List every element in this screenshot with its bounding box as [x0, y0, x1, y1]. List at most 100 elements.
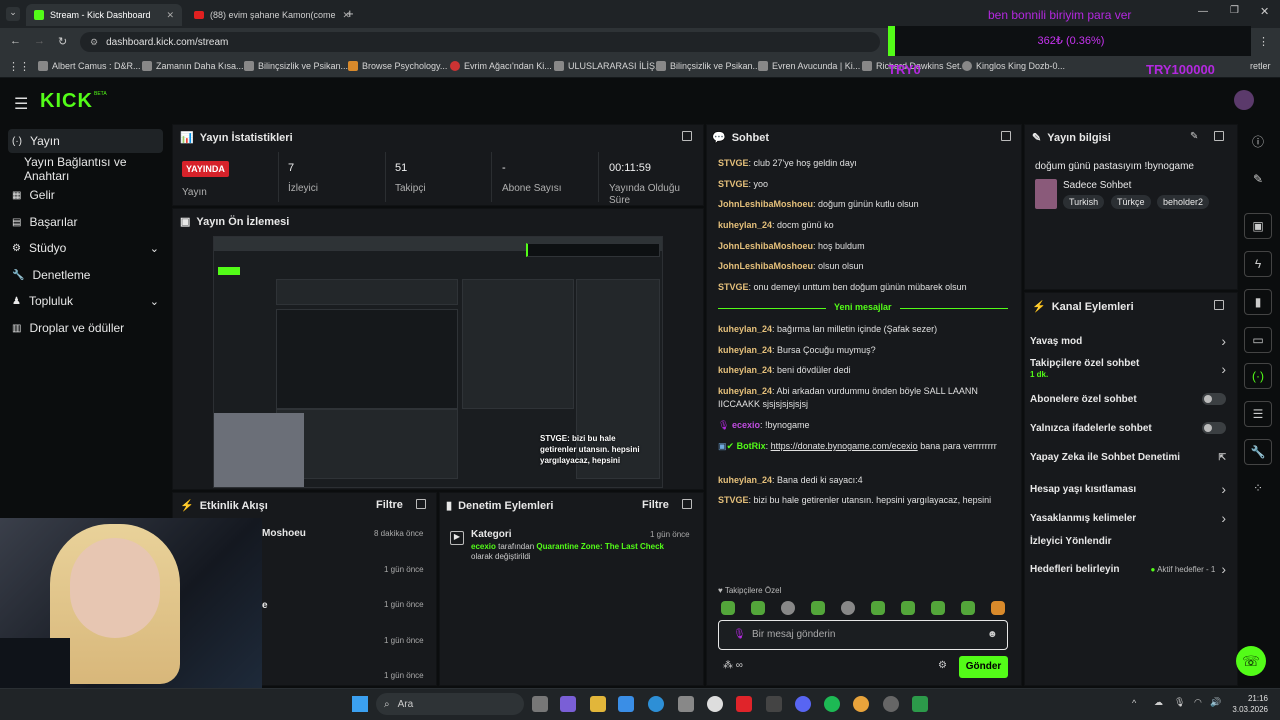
- sidebar-item-yayin[interactable]: (·) Yayın: [8, 129, 163, 153]
- task-view-icon[interactable]: [532, 696, 548, 712]
- goals-row[interactable]: Hedefleri belirleyin ● Aktif hedefler - 1…: [1030, 561, 1226, 577]
- tab-menu-icon[interactable]: ⌄: [6, 7, 20, 21]
- help-button[interactable]: ☏: [1236, 646, 1266, 676]
- bookmark-item[interactable]: Evren Avucunda | Ki...: [758, 61, 860, 71]
- taskbar-search[interactable]: ⌕ Ara: [376, 693, 524, 715]
- taskbar-clock[interactable]: 21:16 3.03.2026: [1232, 693, 1268, 715]
- settings-icon[interactable]: ⚙: [938, 660, 947, 671]
- emote-button[interactable]: [961, 601, 975, 615]
- edit-icon[interactable]: ✎: [1190, 131, 1198, 142]
- tag-chip[interactable]: Türkçe: [1111, 195, 1151, 209]
- hamburger-menu-icon[interactable]: ☰: [14, 94, 28, 114]
- chevron-down-icon[interactable]: ⌄: [150, 242, 159, 255]
- minimize-icon[interactable]: —: [1198, 6, 1208, 17]
- sidebar-item-droplar[interactable]: ▥ Droplar ve ödüller: [8, 316, 163, 340]
- emote-button[interactable]: [931, 601, 945, 615]
- mod-filter-button[interactable]: Filtre: [642, 499, 669, 511]
- mic-icon[interactable]: 🎙: [733, 629, 746, 640]
- chatgpt-icon[interactable]: [707, 696, 723, 712]
- bookmark-item[interactable]: retler: [1250, 61, 1271, 71]
- avatar[interactable]: [1234, 90, 1254, 110]
- chat-users-icon[interactable]: ⁂ ∞: [723, 660, 743, 671]
- tab-youtube[interactable]: (88) evim şahane Kamon(come ✕: [186, 4, 358, 26]
- account-age-row[interactable]: Hesap yaşı kısıtlaması ›: [1030, 481, 1226, 497]
- popout-icon[interactable]: [1001, 131, 1011, 141]
- discord-icon[interactable]: [795, 696, 811, 712]
- subscribers-only-toggle[interactable]: [1202, 393, 1226, 405]
- document-icon[interactable]: ▮: [1244, 289, 1272, 315]
- donate-link[interactable]: https://donate.bynogame.com/ecexio: [771, 441, 918, 451]
- tag-chip[interactable]: Turkish: [1063, 195, 1105, 209]
- send-button[interactable]: Gönder: [959, 656, 1008, 678]
- address-bar[interactable]: ⚙ dashboard.kick.com/stream: [80, 32, 880, 52]
- obs-icon[interactable]: [883, 696, 899, 712]
- slow-mode-row[interactable]: Yavaş mod ›: [1030, 333, 1226, 349]
- back-icon[interactable]: ←: [10, 35, 21, 47]
- list-icon[interactable]: ☰: [1244, 401, 1272, 427]
- copilot-icon[interactable]: [618, 696, 634, 712]
- volume-icon[interactable]: 🔊: [1210, 697, 1221, 708]
- bookmark-item[interactable]: Albert Camus : D&R...: [38, 61, 141, 71]
- emote-button[interactable]: [811, 601, 825, 615]
- popout-icon[interactable]: [416, 499, 426, 509]
- tag-chip[interactable]: beholder2: [1157, 195, 1210, 209]
- emote-button[interactable]: [841, 601, 855, 615]
- sidebar-item-topluluk[interactable]: ♟ Topluluk ⌄: [8, 289, 163, 313]
- popout-icon[interactable]: [1214, 131, 1224, 141]
- wifi-icon[interactable]: ◠: [1194, 697, 1202, 708]
- sidebar-item-basarilar[interactable]: ▤ Başarılar: [8, 210, 163, 234]
- bookmark-item[interactable]: Browse Psychology...: [348, 61, 447, 71]
- sidebar-item-denetleme[interactable]: 🔧 Denetleme: [8, 263, 163, 287]
- sidebar-item-studyo[interactable]: ⚙ Stüdyo ⌄: [8, 236, 163, 260]
- popout-icon[interactable]: [1214, 300, 1224, 310]
- pencil-icon[interactable]: ✎: [1244, 166, 1272, 192]
- chrome-icon[interactable]: [853, 696, 869, 712]
- emote-button[interactable]: [901, 601, 915, 615]
- browser-menu-icon[interactable]: ⋮: [1258, 35, 1269, 48]
- raid-row[interactable]: İzleyici Yönlendir: [1030, 536, 1226, 547]
- wrench-icon[interactable]: 🔧: [1244, 439, 1272, 465]
- apps-icon[interactable]: ⁘: [1244, 475, 1272, 501]
- site-info-icon[interactable]: ⚙: [90, 37, 98, 48]
- followers-only-row[interactable]: Takipçilere özel sohbet 1 dk. ›: [1030, 358, 1226, 380]
- microphone-icon[interactable]: 🎙: [1174, 697, 1185, 708]
- kick-logo[interactable]: KICK: [40, 90, 93, 113]
- forward-icon[interactable]: →: [34, 35, 45, 47]
- close-window-icon[interactable]: ✕: [1260, 5, 1269, 18]
- emote-button[interactable]: [721, 601, 735, 615]
- chat-bubble-icon[interactable]: ▭: [1244, 327, 1272, 353]
- teams-icon[interactable]: [560, 696, 576, 712]
- apps-grid-icon[interactable]: ⋮⋮: [8, 60, 30, 73]
- bookmark-item[interactable]: Bilinçsizlik ve Psikan...: [656, 61, 760, 71]
- broadcast-icon[interactable]: (·): [1244, 363, 1272, 389]
- bookmark-item[interactable]: Zamanın Daha Kısa...: [142, 61, 244, 71]
- close-tab-icon[interactable]: ✕: [166, 10, 174, 21]
- bookmark-item[interactable]: Evrim Ağacı'ndan Ki...: [450, 61, 552, 71]
- bookmark-item[interactable]: Kinglos King Dozb-0...: [962, 61, 1065, 71]
- emote-button[interactable]: [781, 601, 795, 615]
- emotes-only-toggle[interactable]: [1202, 422, 1226, 434]
- activity-filter-button[interactable]: Filtre: [376, 499, 403, 511]
- lightning-icon[interactable]: ϟ: [1244, 251, 1272, 277]
- capcut-icon[interactable]: [766, 696, 782, 712]
- windows-start-icon[interactable]: [352, 696, 368, 712]
- emote-button[interactable]: [871, 601, 885, 615]
- bookmark-item[interactable]: Bilinçsizlik ve Psikan...: [244, 61, 348, 71]
- maximize-icon[interactable]: ❐: [1230, 5, 1239, 16]
- file-explorer-icon[interactable]: [590, 696, 606, 712]
- rail-panel-button[interactable]: ▣: [1244, 213, 1272, 239]
- chat-input[interactable]: 🎙 Bir mesaj gönderin ☻: [718, 620, 1008, 650]
- tab-kick-dashboard[interactable]: Stream - Kick Dashboard ✕: [26, 4, 182, 26]
- edge-icon[interactable]: [648, 696, 664, 712]
- store-icon[interactable]: [678, 696, 694, 712]
- emoji-icon[interactable]: ☻: [987, 629, 998, 640]
- reload-icon[interactable]: ↻: [58, 35, 67, 48]
- tray-chevron-icon[interactable]: ^: [1132, 698, 1136, 708]
- network-icon[interactable]: ☁: [1154, 697, 1163, 708]
- popout-icon[interactable]: [682, 499, 692, 509]
- emote-button[interactable]: [991, 601, 1005, 615]
- popout-icon[interactable]: [682, 131, 692, 141]
- new-tab-icon[interactable]: +: [346, 6, 354, 21]
- app-icon[interactable]: [912, 696, 928, 712]
- emote-button[interactable]: [751, 601, 765, 615]
